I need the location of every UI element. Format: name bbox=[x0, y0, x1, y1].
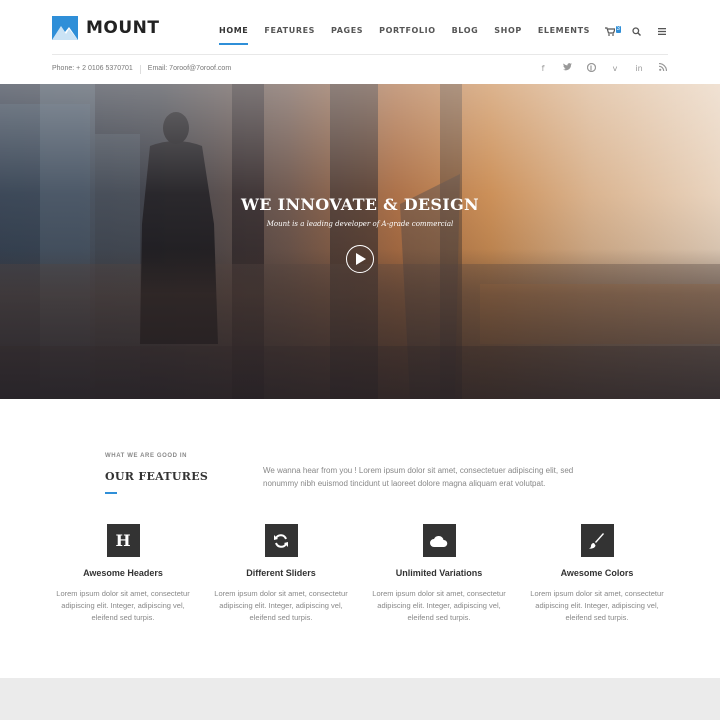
feature-card: Awesome Colors Lorem ipsum dolor sit ame… bbox=[522, 524, 672, 624]
nav-item-elements[interactable]: ELEMENTS bbox=[538, 24, 590, 38]
cloud-icon bbox=[422, 524, 456, 557]
feature-card: H Awesome Headers Lorem ipsum dolor sit … bbox=[48, 524, 198, 624]
nav-item-portfolio[interactable]: PORTFOLIO bbox=[379, 24, 435, 38]
feature-card: Unlimited Variations Lorem ipsum dolor s… bbox=[364, 524, 514, 624]
nav-item-home[interactable]: HOME bbox=[219, 24, 249, 45]
feature-title: Unlimited Variations bbox=[395, 568, 483, 578]
site-header: MOUNT HOME FEATURES PAGES PORTFOLIO BLOG… bbox=[0, 0, 720, 84]
facebook-icon[interactable]: f bbox=[538, 63, 548, 74]
cart-icon[interactable]: 3 bbox=[604, 24, 621, 38]
linkedin-icon[interactable]: in bbox=[634, 63, 644, 74]
refresh-icon bbox=[264, 524, 298, 557]
brush-icon bbox=[580, 524, 614, 557]
brand-name: MOUNT bbox=[86, 18, 160, 38]
feature-text: Lorem ipsum dolor sit amet, consectetur … bbox=[530, 589, 664, 622]
rss-icon[interactable] bbox=[658, 62, 668, 74]
phone-text: Phone: + 2 0106 5370701 bbox=[52, 65, 133, 72]
section-kicker: WHAT WE ARE GOOD IN bbox=[105, 453, 188, 459]
social-links: f v in bbox=[524, 62, 668, 74]
feature-card: Different Sliders Lorem ipsum dolor sit … bbox=[206, 524, 356, 624]
play-video-button[interactable] bbox=[346, 245, 374, 273]
hero-title: WE INNOVATE & DESIGN bbox=[241, 195, 479, 214]
mountain-logo-icon bbox=[52, 16, 78, 40]
section-title: OUR FEATURES bbox=[105, 470, 209, 483]
email-text[interactable]: Email: 7oroof@7oroof.com bbox=[148, 65, 231, 74]
title-underline bbox=[105, 492, 117, 494]
contact-separator bbox=[139, 65, 141, 74]
next-section-band bbox=[0, 678, 720, 720]
header-divider bbox=[52, 54, 668, 55]
feature-title: Awesome Colors bbox=[560, 568, 634, 578]
section-intro: We wanna hear from you ! Lorem ipsum dol… bbox=[263, 466, 574, 488]
menu-icon[interactable] bbox=[656, 24, 668, 38]
hero-subtitle: Mount is a leading developer of A-grade … bbox=[266, 220, 454, 228]
nav-item-shop[interactable]: SHOP bbox=[494, 24, 522, 38]
feature-title: Different Sliders bbox=[246, 568, 316, 578]
feature-text: Lorem ipsum dolor sit amet, consectetur … bbox=[372, 589, 506, 622]
feature-title: Awesome Headers bbox=[83, 568, 163, 578]
twitter-icon[interactable] bbox=[562, 63, 572, 74]
logo[interactable]: MOUNT bbox=[52, 16, 160, 40]
nav-item-blog[interactable]: BLOG bbox=[452, 24, 479, 38]
play-icon bbox=[356, 253, 366, 265]
cart-count-badge: 3 bbox=[615, 26, 621, 33]
pinterest-icon[interactable] bbox=[586, 62, 596, 74]
main-nav: HOME FEATURES PAGES PORTFOLIO BLOG SHOP … bbox=[203, 24, 668, 45]
nav-item-pages[interactable]: PAGES bbox=[331, 24, 363, 38]
contact-info: Phone: + 2 0106 5370701 Email: 7oroof@7o… bbox=[52, 65, 231, 74]
vimeo-icon[interactable]: v bbox=[610, 63, 620, 74]
feature-text: Lorem ipsum dolor sit amet, consectetur … bbox=[214, 589, 348, 622]
hero-banner: WE INNOVATE & DESIGN Mount is a leading … bbox=[0, 84, 720, 399]
search-icon[interactable] bbox=[630, 24, 642, 38]
heading-icon: H bbox=[106, 524, 140, 557]
feature-text: Lorem ipsum dolor sit amet, consectetur … bbox=[56, 589, 190, 622]
nav-item-features[interactable]: FEATURES bbox=[264, 24, 315, 38]
